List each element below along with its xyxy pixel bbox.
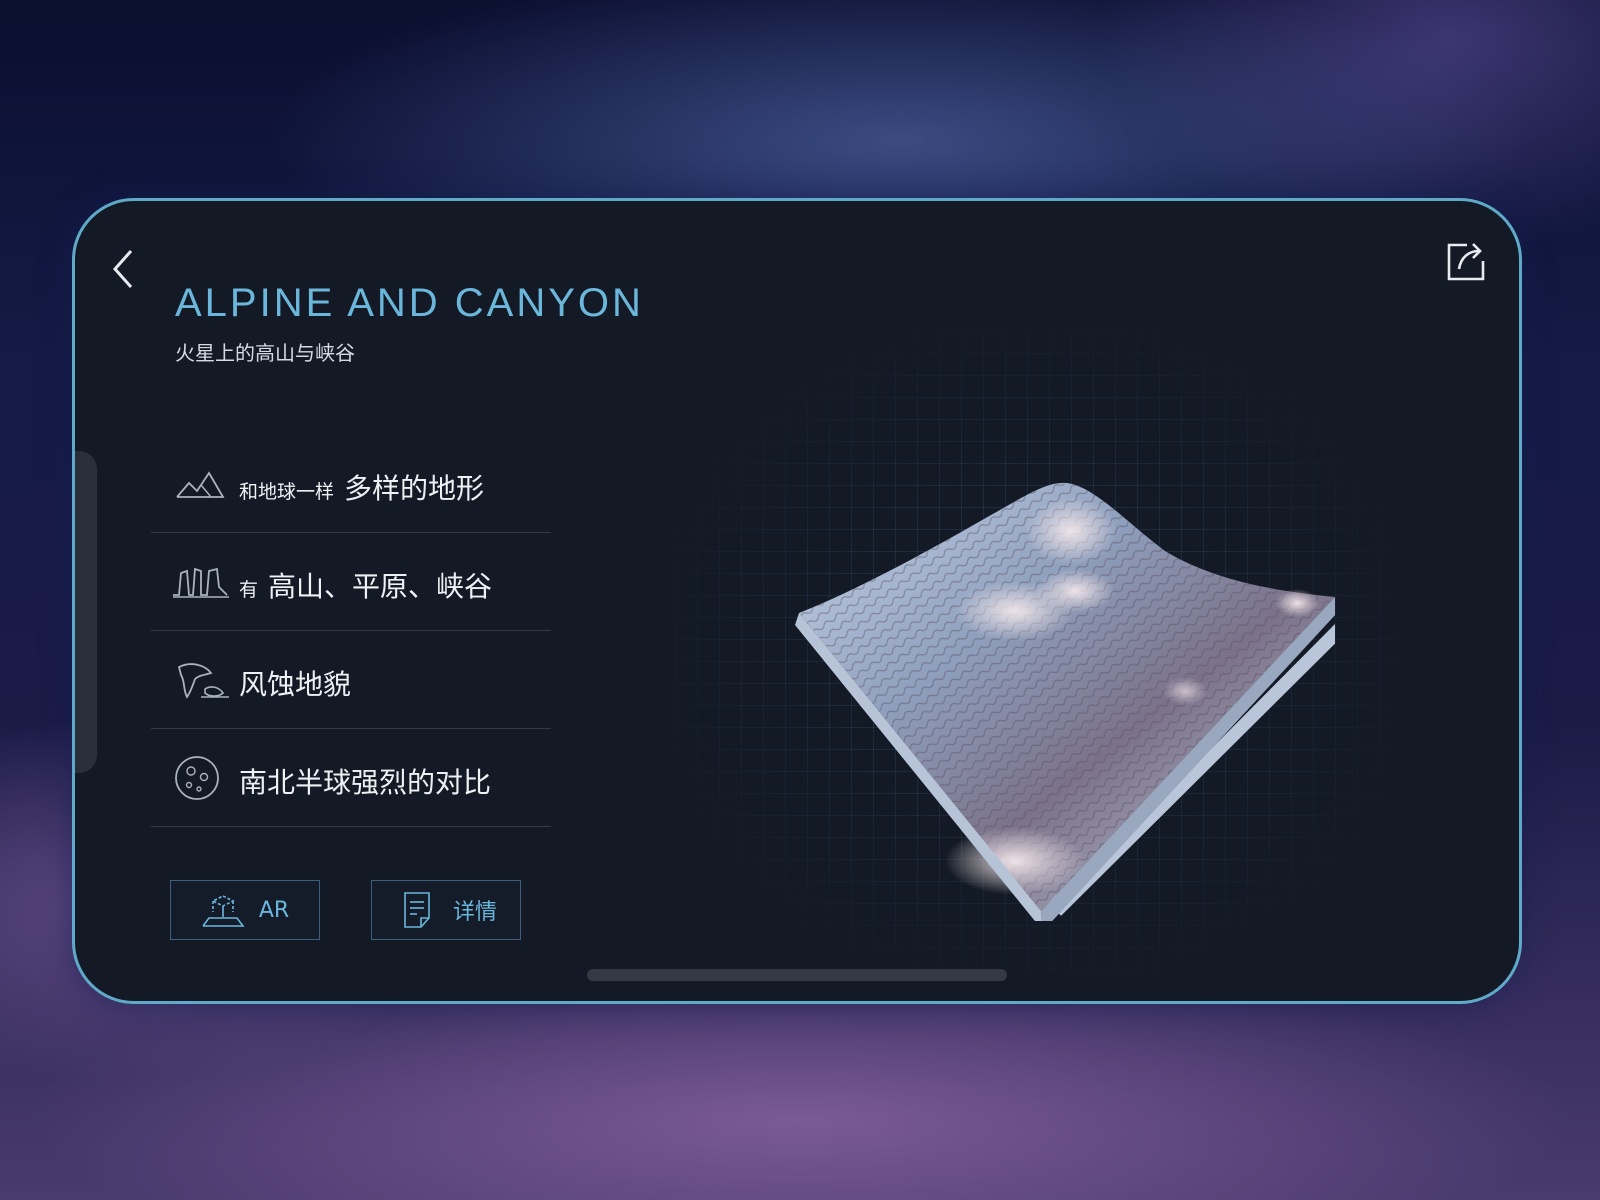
feature-list: 和地球一样 多样的地形 有高山、平原、峡谷 风蚀地貌 南北半球强烈的对比 [151, 435, 551, 827]
feature-label: 高山、平原、峡谷 [268, 570, 493, 603]
terrain-3d-model[interactable] [715, 441, 1335, 921]
feature-item-hemisphere[interactable]: 南北半球强烈的对比 [151, 729, 551, 827]
feature-prefix: 和地球一样 [239, 481, 335, 503]
ar-cube-icon [202, 895, 245, 927]
side-handle [75, 451, 97, 773]
planet-crater-icon [175, 756, 219, 800]
app-window: ALPINE AND CANYON 火星上的高山与峡谷 和地球一样 多样的地形 有… [72, 198, 1522, 1004]
feature-item-terrain[interactable]: 和地球一样 多样的地形 [151, 435, 551, 533]
home-indicator[interactable] [587, 969, 1007, 981]
feature-label: 风蚀地貌 [239, 668, 352, 701]
feature-item-wind-erosion[interactable]: 风蚀地貌 [151, 631, 551, 729]
feature-prefix: 有 [239, 579, 259, 601]
page-subtitle: 火星上的高山与峡谷 [175, 341, 355, 365]
wind-erosion-icon [177, 663, 229, 699]
document-icon [404, 892, 430, 928]
feature-item-landforms[interactable]: 有高山、平原、峡谷 [151, 533, 551, 631]
feature-label: 多样的地形 [344, 472, 485, 505]
detail-button-label: 详情 [452, 900, 497, 925]
share-icon[interactable] [1443, 239, 1489, 285]
detail-button[interactable]: 详情 [371, 880, 521, 940]
feature-label: 南北半球强烈的对比 [239, 766, 492, 799]
ar-button-label: AR [258, 897, 290, 923]
canyon-icon [173, 567, 229, 598]
ar-button[interactable]: AR [170, 880, 320, 940]
back-icon[interactable] [107, 247, 141, 291]
mountain-icon [176, 471, 225, 498]
page-title: ALPINE AND CANYON [175, 281, 644, 325]
